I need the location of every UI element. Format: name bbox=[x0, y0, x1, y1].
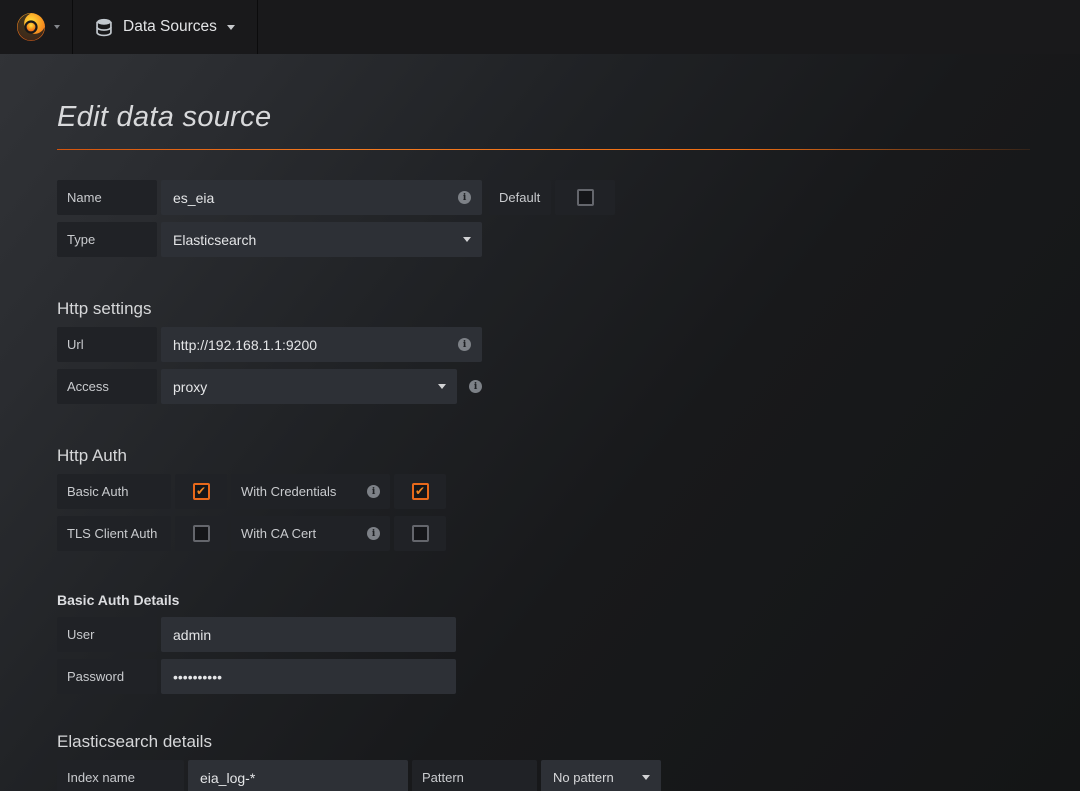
caret-down-icon bbox=[463, 237, 471, 242]
basic-auth-checkbox-chip bbox=[175, 474, 227, 509]
access-label: Access bbox=[57, 369, 157, 404]
user-label: User bbox=[57, 617, 157, 652]
basic-auth-label: Basic Auth bbox=[57, 474, 171, 509]
password-input-wrap bbox=[161, 659, 456, 694]
pattern-select[interactable]: No pattern bbox=[541, 760, 661, 791]
default-checkbox[interactable] bbox=[576, 189, 594, 206]
user-input-wrap bbox=[161, 617, 456, 652]
info-icon[interactable] bbox=[458, 191, 471, 204]
user-input[interactable] bbox=[161, 617, 456, 652]
tls-client-auth-label: TLS Client Auth bbox=[57, 516, 171, 551]
url-input[interactable] bbox=[161, 327, 482, 362]
basic-auth-details-heading: Basic Auth Details bbox=[57, 592, 180, 608]
user-row: User bbox=[57, 617, 1030, 652]
password-row: Password bbox=[57, 659, 1030, 694]
caret-down-icon bbox=[226, 24, 235, 30]
index-name-label: Index name bbox=[57, 760, 184, 791]
tls-client-auth-checkbox[interactable] bbox=[192, 525, 210, 542]
basic-auth-checkbox[interactable] bbox=[192, 483, 210, 500]
name-input[interactable] bbox=[161, 180, 482, 215]
with-ca-cert-checkbox-chip bbox=[394, 516, 446, 551]
with-ca-cert-label: With CA Cert bbox=[231, 516, 390, 551]
page-title: Edit data source bbox=[57, 101, 272, 133]
with-credentials-checkbox-chip bbox=[394, 474, 446, 509]
password-label: Password bbox=[57, 659, 157, 694]
nav-datasources-label: Data Sources bbox=[123, 18, 217, 35]
index-pattern-row: Index name Pattern No pattern bbox=[57, 760, 1030, 791]
index-name-input-wrap bbox=[188, 760, 408, 791]
caret-down-icon bbox=[438, 384, 446, 389]
with-credentials-label-text: With Credentials bbox=[241, 484, 337, 499]
info-icon[interactable] bbox=[458, 338, 471, 351]
name-row: Name Default bbox=[57, 180, 1030, 215]
access-select-value: proxy bbox=[173, 378, 208, 395]
type-select-value: Elasticsearch bbox=[173, 231, 257, 248]
default-label: Default bbox=[489, 180, 551, 215]
info-icon[interactable] bbox=[367, 527, 380, 540]
caret-down-icon bbox=[54, 25, 60, 29]
access-row: Access proxy bbox=[57, 369, 1030, 404]
basic-auth-row: Basic Auth With Credentials bbox=[57, 474, 1030, 509]
nav-datasources-dropdown[interactable]: Data Sources bbox=[73, 0, 258, 54]
grafana-menu-button[interactable] bbox=[0, 0, 73, 54]
database-icon bbox=[95, 18, 113, 37]
with-credentials-checkbox[interactable] bbox=[411, 483, 429, 500]
password-input[interactable] bbox=[161, 659, 456, 694]
elasticsearch-details-heading: Elasticsearch details bbox=[57, 732, 212, 751]
page-content: Edit data source Name Default Type Elast… bbox=[0, 99, 1080, 791]
tls-auth-row: TLS Client Auth With CA Cert bbox=[57, 516, 1030, 551]
type-row: Type Elasticsearch bbox=[57, 222, 1030, 257]
type-label: Type bbox=[57, 222, 157, 257]
url-label: Url bbox=[57, 327, 157, 362]
name-input-wrap bbox=[161, 180, 482, 215]
info-icon[interactable] bbox=[469, 380, 482, 393]
index-name-input[interactable] bbox=[188, 760, 408, 791]
with-ca-cert-label-text: With CA Cert bbox=[241, 526, 317, 541]
with-ca-cert-checkbox[interactable] bbox=[411, 525, 429, 542]
http-auth-heading: Http Auth bbox=[57, 446, 127, 465]
url-input-wrap bbox=[161, 327, 482, 362]
access-select[interactable]: proxy bbox=[161, 369, 457, 404]
pattern-label: Pattern bbox=[412, 760, 537, 791]
http-settings-heading: Http settings bbox=[57, 299, 152, 318]
caret-down-icon bbox=[642, 775, 650, 780]
info-icon[interactable] bbox=[367, 485, 380, 498]
tls-client-auth-checkbox-chip bbox=[175, 516, 227, 551]
title-divider bbox=[57, 149, 1030, 150]
with-credentials-label: With Credentials bbox=[231, 474, 390, 509]
url-row: Url bbox=[57, 327, 1030, 362]
navbar: Data Sources bbox=[0, 0, 1080, 54]
grafana-logo-icon bbox=[14, 10, 48, 44]
name-label: Name bbox=[57, 180, 157, 215]
type-select[interactable]: Elasticsearch bbox=[161, 222, 482, 257]
pattern-select-value: No pattern bbox=[553, 770, 614, 785]
default-checkbox-chip bbox=[555, 180, 615, 215]
